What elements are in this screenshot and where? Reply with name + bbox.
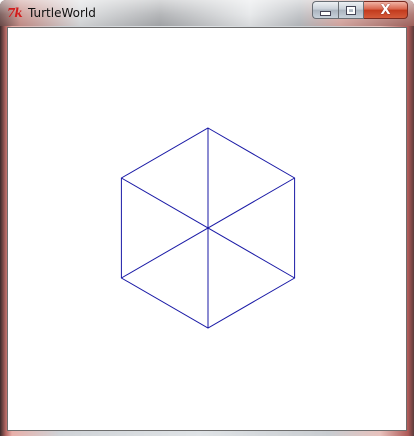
turtle-drawing (120, 127, 296, 329)
close-icon: X (380, 2, 391, 18)
maximize-icon (346, 5, 356, 15)
turtle-canvas[interactable] (7, 27, 407, 431)
window-controls: X (312, 1, 408, 19)
window-title: TurtleWorld (28, 6, 96, 20)
close-button[interactable]: X (364, 1, 408, 19)
minimize-icon (320, 10, 331, 16)
tk-feather-icon: 7k (7, 6, 23, 20)
minimize-button[interactable] (312, 1, 338, 19)
app-window: 7k TurtleWorld X (0, 0, 414, 436)
maximize-button[interactable] (338, 1, 364, 19)
title-bar[interactable]: 7k TurtleWorld X (0, 0, 414, 26)
